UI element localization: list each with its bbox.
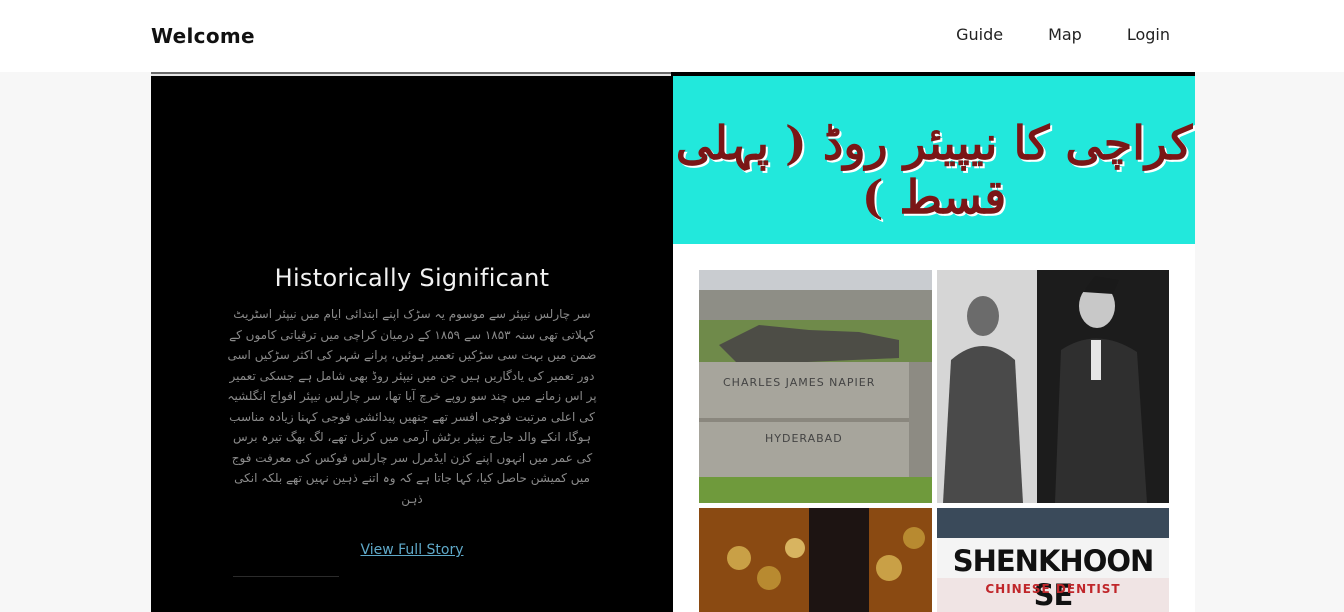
story-divider bbox=[233, 576, 339, 577]
jewelry-image bbox=[699, 508, 932, 612]
plinth-city: HYDERABAD bbox=[765, 432, 843, 445]
panel-divider-light bbox=[151, 74, 671, 76]
feature-image-panel[interactable]: کراچی کا نیپیئر روڈ ( پہلی قسط ) CHARLES… bbox=[673, 72, 1195, 612]
nav-links: Guide Map Login bbox=[911, 25, 1170, 44]
top-navbar: Welcome Guide Map Login bbox=[0, 0, 1344, 72]
story-panel: Historically Significant سر چارلس نیپئر … bbox=[151, 72, 673, 612]
main-content: Historically Significant سر چارلس نیپئر … bbox=[151, 72, 1195, 612]
title-banner: کراچی کا نیپیئر روڈ ( پہلی قسط ) bbox=[673, 76, 1195, 244]
nav-link-guide[interactable]: Guide bbox=[956, 25, 1003, 44]
napier-statue-photo: CHARLES JAMES NAPIER HYDERABAD bbox=[699, 270, 932, 503]
plinth-inscription: CHARLES JAMES NAPIER bbox=[723, 376, 876, 389]
view-full-story-link[interactable]: View Full Story bbox=[151, 542, 673, 558]
jewelry-photo bbox=[699, 508, 932, 612]
banner-title: کراچی کا نیپیئر روڈ ( پہلی قسط ) bbox=[675, 116, 1193, 224]
portrait-image bbox=[937, 270, 1169, 503]
sign-sub-text: CHINESE DENTIST bbox=[985, 582, 1121, 596]
nav-link-map[interactable]: Map bbox=[1048, 25, 1082, 44]
nav-link-login[interactable]: Login bbox=[1127, 25, 1170, 44]
sign-main-text: SHENKHOON SE bbox=[952, 544, 1155, 612]
brand-logo[interactable]: Welcome bbox=[151, 24, 255, 48]
photo-collage: CHARLES JAMES NAPIER HYDERABAD SHENKHOON… bbox=[699, 270, 1169, 612]
story-title: Historically Significant bbox=[274, 264, 550, 292]
dentist-sign-photo: SHENKHOON SE CHINESE DENTIST bbox=[937, 508, 1169, 612]
story-body: سر چارلس نیپئر سے موسوم یہ سڑک اپنے ابتد… bbox=[227, 307, 597, 506]
historical-portrait-photo bbox=[937, 270, 1169, 503]
